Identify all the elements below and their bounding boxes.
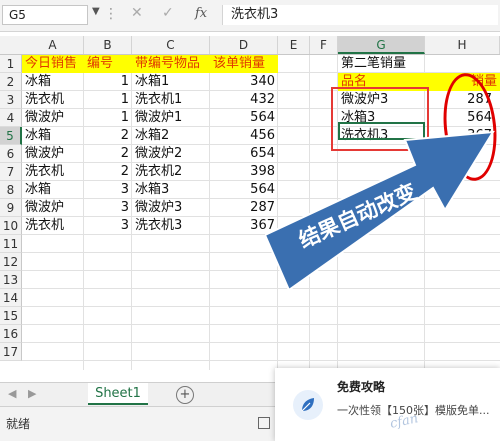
enter-icon[interactable]: ✓ xyxy=(162,5,174,21)
row-header[interactable]: 6 xyxy=(0,145,22,163)
row-header[interactable]: 15 xyxy=(0,307,22,325)
cell-g1[interactable]: 第二笔销量 xyxy=(338,55,458,73)
cell-b9[interactable]: 3 xyxy=(84,199,132,217)
cell-a5[interactable]: 冰箱 xyxy=(22,127,84,145)
row-header[interactable]: 2 xyxy=(0,73,22,91)
cell-c3[interactable]: 洗衣机1 xyxy=(132,91,210,109)
tab-sheet1[interactable]: Sheet1 xyxy=(88,383,148,405)
more-icon: ⋮ xyxy=(104,6,118,22)
cell-c6[interactable]: 微波炉2 xyxy=(132,145,210,163)
row-header[interactable]: 14 xyxy=(0,289,22,307)
cell-b8[interactable]: 3 xyxy=(84,181,132,199)
row-header[interactable]: 9 xyxy=(0,199,22,217)
row-header[interactable]: 1 xyxy=(0,55,22,73)
cell-c1[interactable]: 带编号物品 xyxy=(132,55,210,73)
cell-a8[interactable]: 冰箱 xyxy=(22,181,84,199)
cell-b6[interactable]: 2 xyxy=(84,145,132,163)
row-header[interactable]: 3 xyxy=(0,91,22,109)
column-header-h[interactable]: H xyxy=(425,36,500,54)
row-header[interactable]: 11 xyxy=(0,235,22,253)
cell-a7[interactable]: 洗衣机 xyxy=(22,163,84,181)
row-header[interactable]: 17 xyxy=(0,343,22,361)
leaf-icon xyxy=(293,390,323,420)
cell-b4[interactable]: 1 xyxy=(84,109,132,127)
cell-a1[interactable]: 今日销售 xyxy=(22,55,84,73)
cell-d2[interactable]: 340 xyxy=(210,73,278,91)
cell-d3[interactable]: 432 xyxy=(210,91,278,109)
cell-b5[interactable]: 2 xyxy=(84,127,132,145)
cell-a4[interactable]: 微波炉 xyxy=(22,109,84,127)
tab-next-icon[interactable]: ▶ xyxy=(28,387,36,400)
status-ready: 就绪 xyxy=(6,417,31,431)
formula-input[interactable]: 洗衣机3 xyxy=(222,5,498,25)
cell-b10[interactable]: 3 xyxy=(84,217,132,235)
row-header[interactable]: 13 xyxy=(0,271,22,289)
cell-c4[interactable]: 微波炉1 xyxy=(132,109,210,127)
row-header[interactable]: 8 xyxy=(0,181,22,199)
cell-c2[interactable]: 冰箱1 xyxy=(132,73,210,91)
cell-b3[interactable]: 1 xyxy=(84,91,132,109)
row-header[interactable]: 4 xyxy=(0,109,22,127)
column-header-c[interactable]: C xyxy=(132,36,210,54)
cell-b1[interactable]: 编号 xyxy=(84,55,132,73)
promo-popup[interactable]: 免费攻略 一次性领【150张】模版免单... xyxy=(275,368,500,441)
column-header-f[interactable]: F xyxy=(310,36,338,54)
cell-c9[interactable]: 微波炉3 xyxy=(132,199,210,217)
row-header[interactable]: 5 xyxy=(0,127,22,145)
row-header[interactable]: 10 xyxy=(0,217,22,235)
tab-prev-icon[interactable]: ◀ xyxy=(8,387,16,400)
cell-c5[interactable]: 冰箱2 xyxy=(132,127,210,145)
cell-a9[interactable]: 微波炉 xyxy=(22,199,84,217)
cell-b7[interactable]: 2 xyxy=(84,163,132,181)
column-header-d[interactable]: D xyxy=(210,36,278,54)
cancel-icon[interactable]: ✕ xyxy=(131,5,143,21)
row-header[interactable]: 7 xyxy=(0,163,22,181)
column-header-g[interactable]: G xyxy=(338,36,425,54)
annotation-arrow: 结果自动改变 xyxy=(265,130,495,292)
cell-a2[interactable]: 冰箱 xyxy=(22,73,84,91)
cell-c7[interactable]: 洗衣机2 xyxy=(132,163,210,181)
column-header-a[interactable]: A xyxy=(22,36,84,54)
row-header[interactable]: 12 xyxy=(0,253,22,271)
cell-d1[interactable]: 该单销量 xyxy=(210,55,278,73)
cell-b2[interactable]: 1 xyxy=(84,73,132,91)
cell-d4[interactable]: 564 xyxy=(210,109,278,127)
chevron-down-icon[interactable]: ▼ xyxy=(92,6,100,17)
column-header-e[interactable]: E xyxy=(278,36,310,54)
cell-a3[interactable]: 洗衣机 xyxy=(22,91,84,109)
insert-function-button[interactable]: fx xyxy=(195,6,207,21)
cell-c8[interactable]: 冰箱3 xyxy=(132,181,210,199)
popup-title: 免费攻略 xyxy=(337,380,386,394)
cell-c10[interactable]: 洗衣机3 xyxy=(132,217,210,235)
add-sheet-button[interactable]: + xyxy=(176,386,194,404)
cell-a10[interactable]: 洗衣机 xyxy=(22,217,84,235)
cell-a6[interactable]: 微波炉 xyxy=(22,145,84,163)
column-header-b[interactable]: B xyxy=(84,36,132,54)
name-box[interactable]: G5 xyxy=(2,5,88,25)
normal-view-icon[interactable] xyxy=(258,417,270,429)
row-header[interactable]: 16 xyxy=(0,325,22,343)
column-header-bar: A B C D E F G H xyxy=(0,36,500,55)
formula-bar: G5 ▼ ⋮ ✕ ✓ fx 洗衣机3 xyxy=(0,0,500,32)
